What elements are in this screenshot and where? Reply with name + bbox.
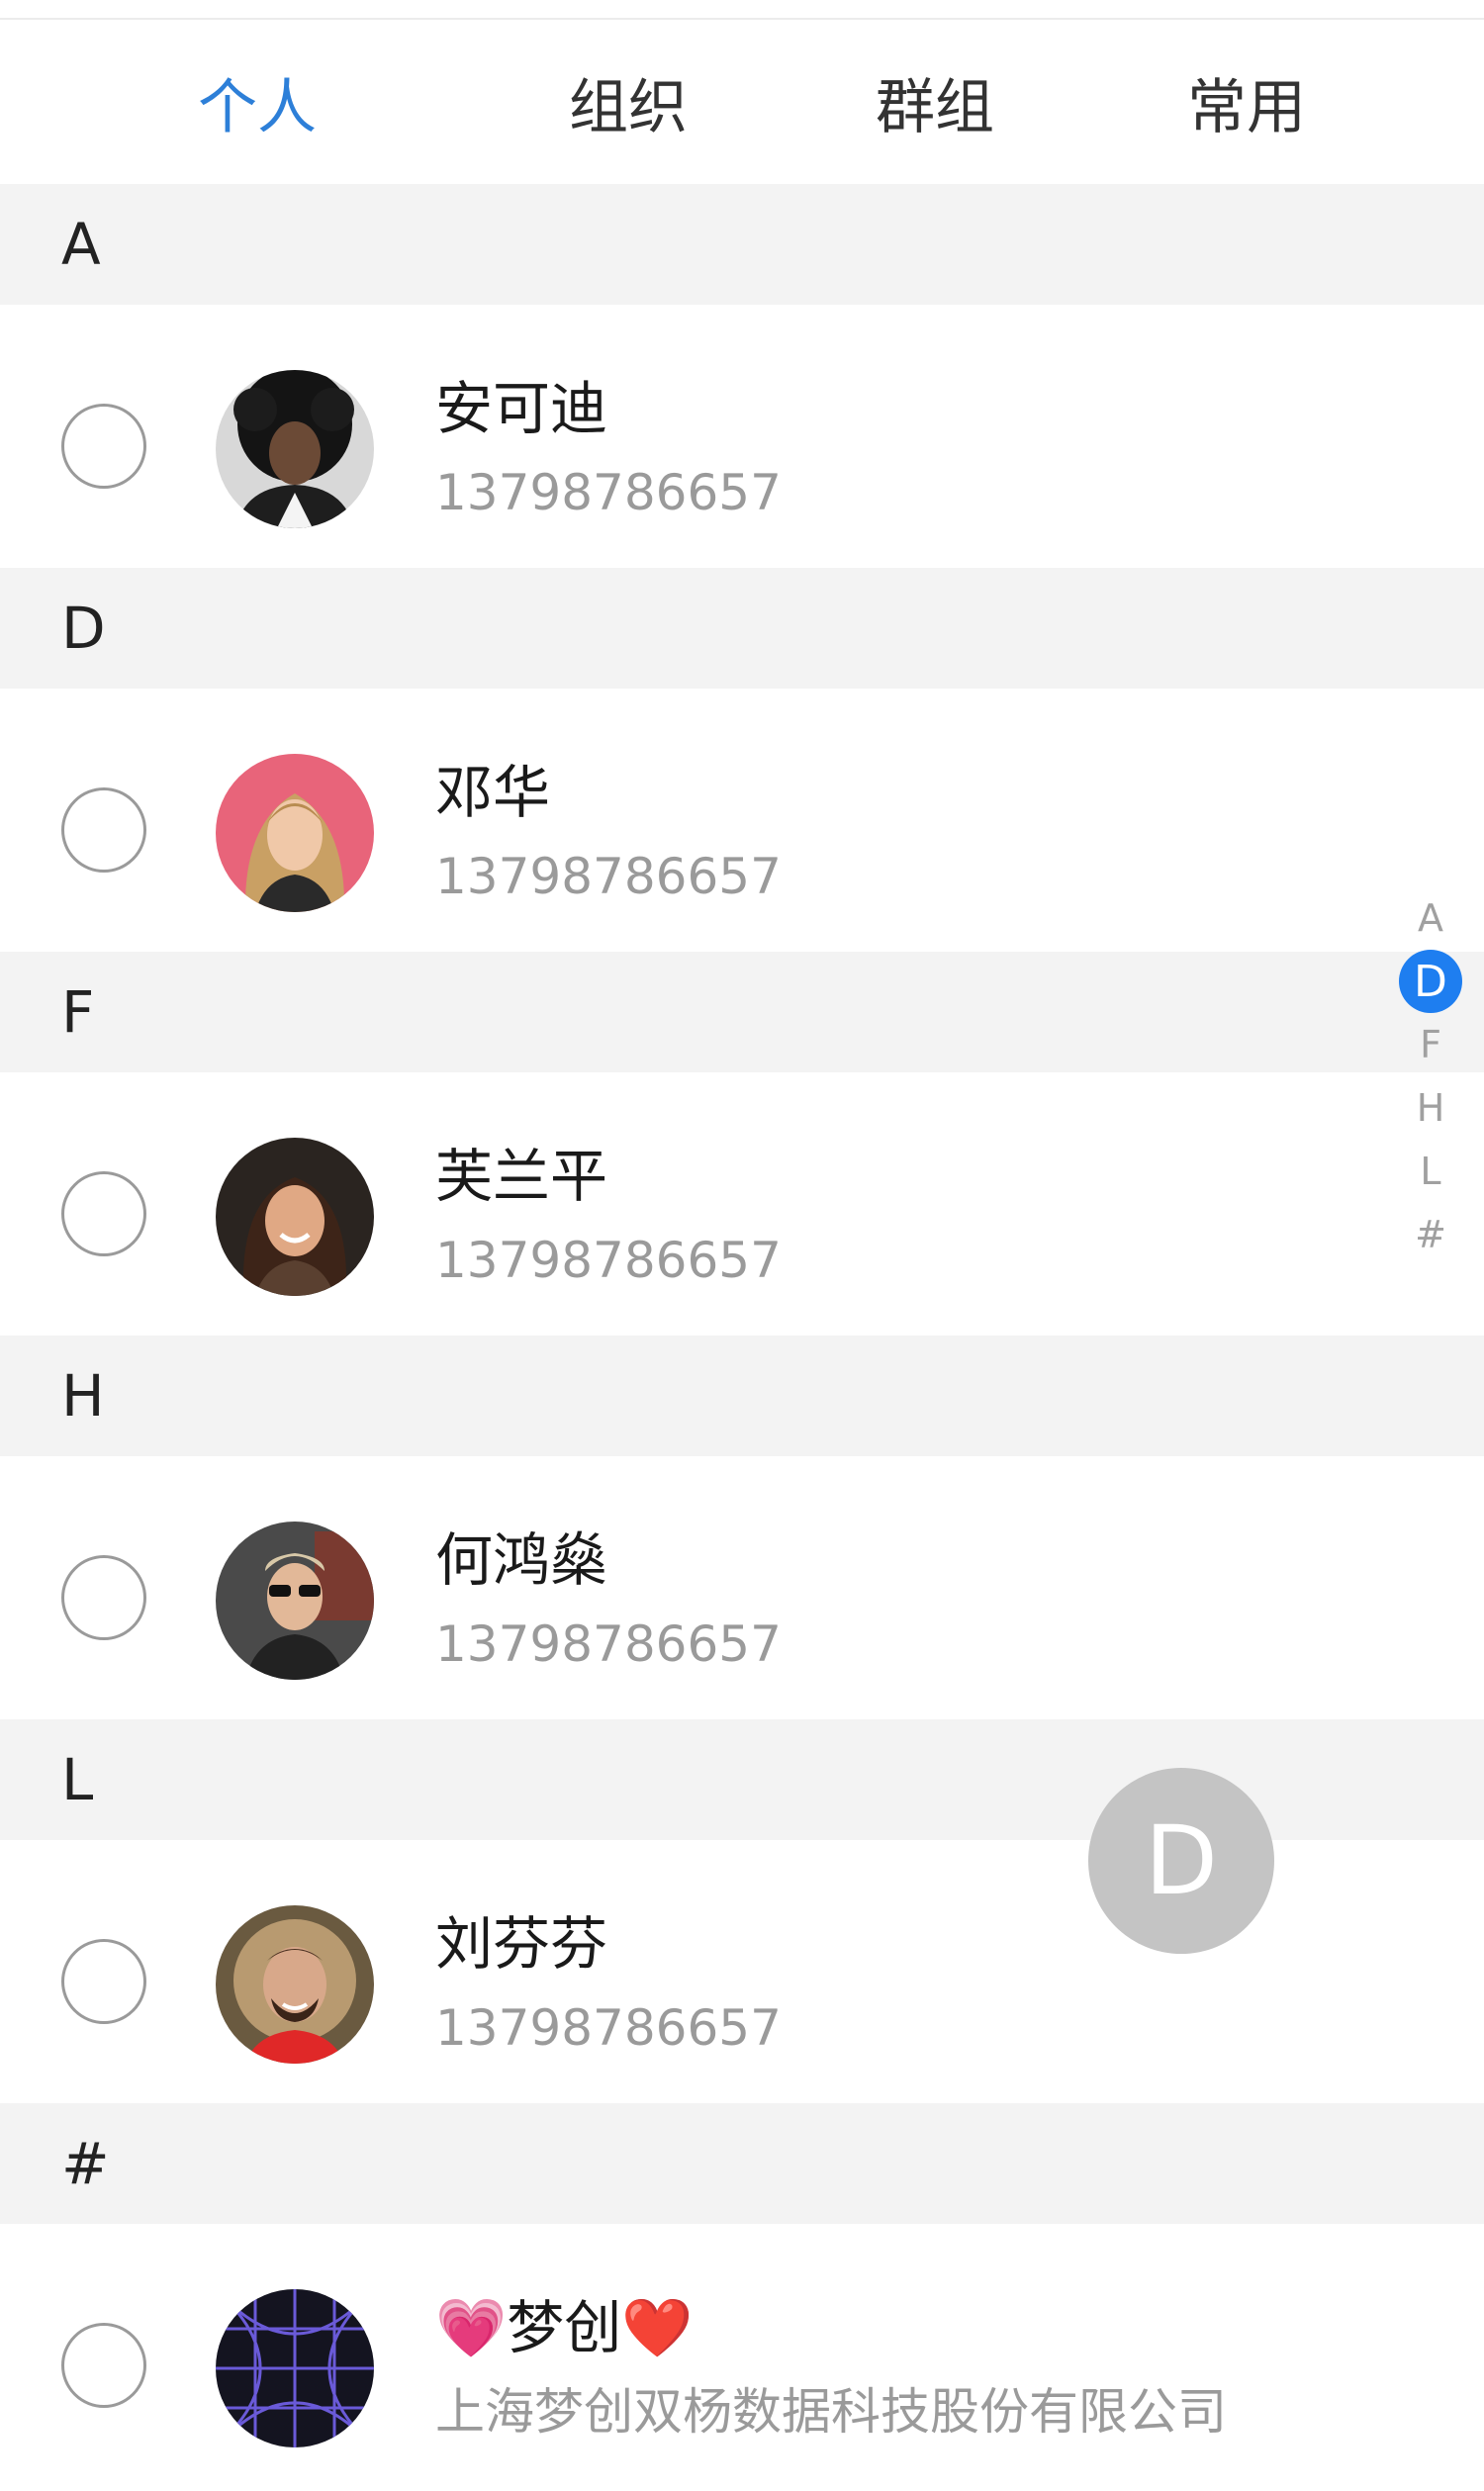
contact-phone: 13798786657: [435, 848, 782, 905]
tab-personal[interactable]: 个人: [139, 20, 376, 184]
section-letter: L: [61, 1746, 94, 1813]
contact-name: 💗梦创❤️: [435, 2294, 694, 2361]
contact-row[interactable]: 芙兰平 13798786657: [0, 1072, 1484, 1336]
tab-bar: 个人 组织 群组 常用: [0, 20, 1484, 204]
contact-name: 邓华: [435, 759, 551, 826]
section-header-hash: #: [0, 2103, 1484, 2224]
section-header-h: H: [0, 1336, 1484, 1456]
select-radio[interactable]: [61, 1939, 146, 2024]
avatar-curly-hair-icon: [216, 370, 374, 528]
grid-logo-icon: [216, 2289, 374, 2447]
contact-phone: 13798786657: [435, 464, 782, 521]
section-header-a: A: [0, 184, 1484, 305]
avatar: [216, 1905, 374, 2064]
avatar-smiling-woman-icon: [216, 1138, 374, 1296]
index-letter-l[interactable]: L: [1395, 1140, 1466, 1203]
select-radio[interactable]: [61, 404, 146, 489]
contact-row[interactable]: 何鸿燊 13798786657: [0, 1456, 1484, 1719]
index-letter-hash[interactable]: #: [1395, 1203, 1466, 1266]
section-letter: F: [61, 978, 95, 1046]
section-letter: H: [61, 1362, 105, 1430]
section-header-d: D: [0, 568, 1484, 689]
section-letter: #: [61, 2130, 110, 2197]
contact-row[interactable]: 安可迪 13798786657: [0, 305, 1484, 568]
section-header-f: F: [0, 952, 1484, 1072]
select-radio[interactable]: [61, 1171, 146, 1256]
tab-frequent[interactable]: 常用: [1128, 20, 1365, 184]
avatar: [216, 1522, 374, 1680]
avatar-man-sunglasses-icon: [216, 1522, 374, 1680]
contact-name: 芙兰平: [435, 1143, 608, 1210]
index-letter-d-label: D: [1399, 950, 1462, 1013]
contact-company: 上海梦创双杨数据科技股份有限公司: [435, 2383, 1227, 2441]
top-divider: [0, 0, 1484, 20]
contact-phone: 13798786657: [435, 1615, 782, 1673]
current-letter-bubble: D: [1088, 1768, 1274, 1954]
select-radio[interactable]: [61, 1555, 146, 1640]
avatar-blonde-woman-icon: [216, 754, 374, 912]
contact-row[interactable]: 💗梦创❤️ 上海梦创双杨数据科技股份有限公司: [0, 2224, 1484, 2491]
avatar: [216, 370, 374, 528]
select-radio[interactable]: [61, 2323, 146, 2408]
index-letter-h[interactable]: H: [1395, 1076, 1466, 1140]
index-letter-a[interactable]: A: [1395, 886, 1466, 950]
select-radio[interactable]: [61, 787, 146, 873]
section-letter: A: [61, 211, 101, 278]
tab-groups[interactable]: 群组: [816, 20, 1054, 184]
contact-row[interactable]: 邓华 13798786657: [0, 689, 1484, 952]
tab-organization[interactable]: 组织: [510, 20, 747, 184]
contact-phone: 13798786657: [435, 1999, 782, 2057]
avatar: [216, 2289, 374, 2447]
avatar: [216, 754, 374, 912]
contact-name: 安可迪: [435, 375, 608, 442]
index-letter-d[interactable]: D: [1395, 950, 1466, 1013]
section-letter: D: [61, 595, 106, 662]
alphabet-index-bar: A D F H L #: [1395, 886, 1466, 1266]
index-letter-f[interactable]: F: [1395, 1013, 1466, 1076]
contact-name: 刘芬芬: [435, 1910, 608, 1978]
contact-name: 何鸿燊: [435, 1526, 608, 1594]
avatar-man-fur-hood-icon: [216, 1905, 374, 2064]
contact-phone: 13798786657: [435, 1232, 782, 1289]
avatar: [216, 1138, 374, 1296]
